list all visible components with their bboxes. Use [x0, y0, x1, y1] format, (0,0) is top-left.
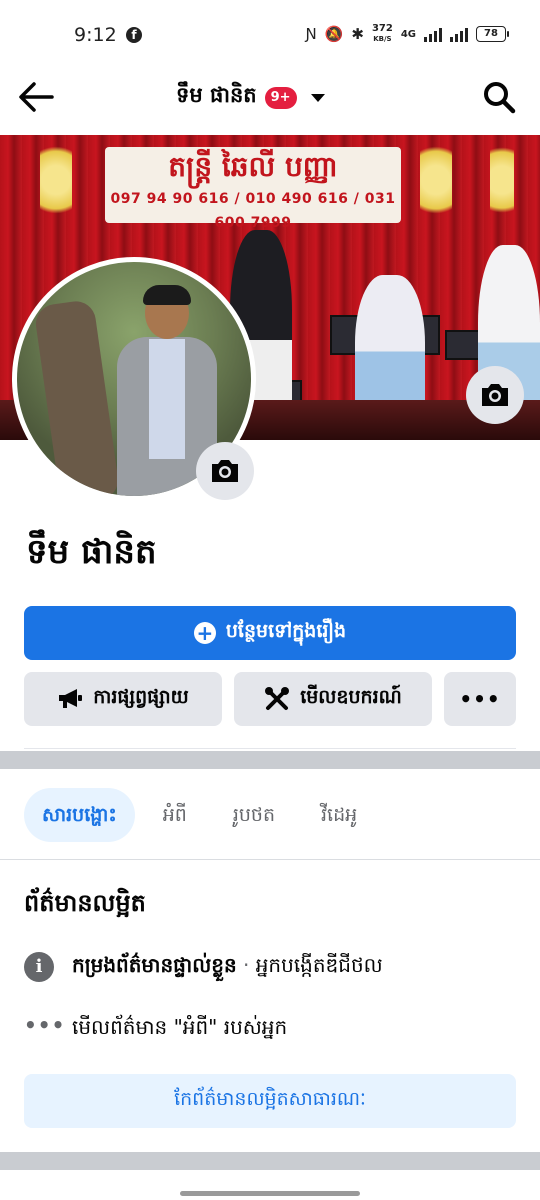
camera-icon — [212, 460, 238, 482]
profile-switcher[interactable]: ទឹម ផានិត 9+ — [176, 82, 325, 113]
edit-avatar-button[interactable] — [196, 442, 254, 500]
info-icon: i — [24, 952, 54, 982]
signal-icon-2 — [450, 26, 468, 42]
tab-posts[interactable]: សារបង្ហោះ — [24, 788, 135, 842]
detail-profile-type-text: កម្រងព័ត៌មានផ្ទាល់ខ្លួន · អ្នកបង្កើតឌីជី… — [72, 952, 383, 982]
tab-videos[interactable]: វីដេអូ — [303, 788, 375, 842]
view-tools-label: មើលឧបករណ៍ — [300, 686, 402, 708]
status-bar: 9:12 f Ɲ 🔕 ✱ 372 KB/S 4G 78 — [0, 0, 540, 72]
more-dots-icon: ••• — [24, 1013, 66, 1037]
divider — [24, 748, 516, 749]
plus-circle-icon: + — [193, 622, 216, 644]
status-indicators: Ɲ 🔕 ✱ 372 KB/S 4G 78 — [305, 24, 509, 44]
section-separator — [0, 1152, 540, 1170]
tools-icon — [265, 687, 290, 710]
chevron-down-icon — [310, 93, 325, 102]
home-indicator[interactable] — [180, 1191, 360, 1196]
edit-public-details-label: កែព័ត៌មានលម្អិតសាធារណៈ — [174, 1088, 366, 1110]
nav-title: ទឹម ផានិត — [176, 83, 257, 107]
network-speed-value: 372 — [371, 23, 393, 34]
top-navigation: ទឹម ផានិត 9+ — [0, 72, 540, 122]
network-speed: 372 KB/S — [372, 24, 393, 44]
details-title: ព័ត៌មានលម្អិត — [24, 889, 146, 917]
promote-label: ការផ្សព្វផ្សាយ — [93, 686, 189, 708]
mute-icon: 🔕 — [324, 25, 344, 43]
decoration-garland — [490, 135, 514, 225]
more-options-button[interactable]: ••• — [444, 672, 516, 726]
tab-photos[interactable]: រូបថត — [215, 788, 293, 842]
cover-banner-title: តន្ត្រី ឆៃលី បញ្ញា — [168, 150, 338, 183]
network-type: 4G — [400, 28, 416, 40]
see-about-info[interactable]: ••• មើលព័ត៌មាន "អំពី" របស់អ្នក — [24, 1013, 288, 1044]
promote-button[interactable]: ការផ្សព្វផ្សាយ — [24, 672, 222, 726]
add-to-story-button[interactable]: + បន្ថែមទៅក្នុងរឿង — [24, 606, 516, 660]
profile-category: អ្នកបង្កើតឌីជីថល — [255, 953, 383, 977]
cover-banner-phones: 097 94 90 616 / 010 490 616 / 031 600 79… — [110, 191, 396, 231]
megaphone-icon — [59, 689, 83, 708]
cover-banner: តន្ត្រី ឆៃលី បញ្ញា 097 94 90 616 / 010 4… — [105, 147, 401, 231]
separator-dot: · — [236, 953, 256, 977]
notification-badge: 9+ — [264, 86, 297, 109]
avatar-background-tree — [33, 298, 121, 496]
detail-profile-type: i កម្រងព័ត៌មានផ្ទាល់ខ្លួន · អ្នកបង្កើតឌី… — [24, 952, 383, 982]
profile-name: ទឹម ផានិត — [26, 532, 157, 572]
camera-icon — [482, 384, 508, 406]
arrow-left-icon — [19, 82, 54, 112]
edit-cover-photo-button[interactable] — [466, 366, 524, 424]
battery-icon: 78 — [476, 26, 509, 42]
status-time: 9:12 — [74, 24, 117, 46]
decoration-garland — [420, 135, 452, 225]
section-separator — [0, 751, 540, 769]
decoration-garland — [40, 135, 72, 225]
add-to-story-label: បន្ថែមទៅក្នុងរឿង — [225, 620, 347, 642]
divider — [0, 859, 540, 860]
see-about-info-label: មើលព័ត៌មាន "អំពី" របស់អ្នក — [72, 1015, 288, 1039]
search-icon — [484, 82, 516, 114]
profile-type-label: កម្រងព័ត៌មានផ្ទាល់ខ្លួន — [72, 953, 237, 977]
network-speed-unit: KB/S — [373, 35, 392, 43]
search-button[interactable] — [482, 80, 516, 114]
tab-about[interactable]: អំពី — [145, 788, 205, 842]
nfc-icon: Ɲ — [305, 25, 317, 43]
view-tools-button[interactable]: មើលឧបករណ៍ — [234, 672, 432, 726]
profile-tabs: សារបង្ហោះ អំពី រូបថត វីដេអូ — [24, 788, 385, 842]
bluetooth-icon: ✱ — [351, 25, 364, 43]
back-button[interactable] — [16, 80, 56, 114]
facebook-icon: f — [126, 27, 142, 43]
secondary-actions: ការផ្សព្វផ្សាយ មើលឧបករណ៍ ••• — [24, 672, 516, 726]
edit-public-details-button[interactable]: កែព័ត៌មានលម្អិតសាធារណៈ — [24, 1074, 516, 1128]
signal-icon — [424, 26, 442, 42]
more-options-icon: ••• — [459, 687, 501, 711]
